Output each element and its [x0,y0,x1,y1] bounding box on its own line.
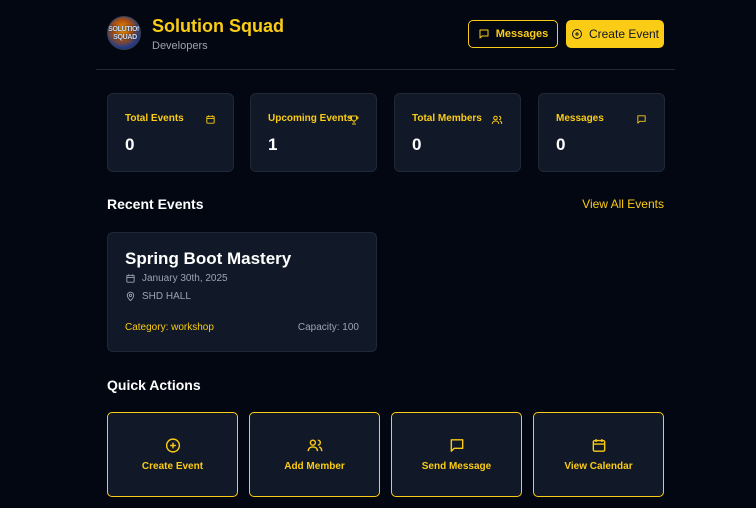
event-category: Category: workshop [125,322,214,333]
users-icon [491,114,503,126]
quick-action-label: Add Member [284,461,345,472]
stat-card-total-events: Total Events 0 [107,93,234,172]
quick-action-label: View Calendar [564,461,633,472]
plus-circle-icon [571,28,583,40]
create-event-button[interactable]: Create Event [566,20,664,48]
users-icon [306,437,323,454]
message-icon [478,28,490,40]
page-header: SOLUTION SQUAD Solution Squad Developers… [0,0,756,70]
team-subtitle: Developers [152,40,208,52]
stat-card-messages: Messages 0 [538,93,665,172]
message-icon [448,437,465,454]
plus-circle-icon [164,437,181,454]
calendar-icon [125,273,136,284]
event-location: SHD HALL [142,291,191,302]
stat-label: Total Members [412,113,482,124]
team-logo: SOLUTION SQUAD [107,16,141,50]
event-date: January 30th, 2025 [142,273,228,284]
quick-action-view-calendar[interactable]: View Calendar [533,412,664,497]
logo-text: SOLUTION SQUAD [108,26,141,41]
create-event-button-label: Create Event [588,27,660,41]
quick-actions-title: Quick Actions [107,377,201,393]
quick-action-create-event[interactable]: Create Event [107,412,238,497]
calendar-icon [590,437,607,454]
message-icon [636,114,647,125]
stat-label: Messages [556,113,604,124]
stat-label: Upcoming Events [268,113,353,124]
event-date-row: January 30th, 2025 [125,273,228,284]
event-location-row: SHD HALL [125,291,191,302]
stat-value: 0 [556,135,566,154]
stat-card-upcoming-events: Upcoming Events 1 [250,93,377,172]
quick-action-label: Create Event [141,461,204,472]
quick-action-add-member[interactable]: Add Member [249,412,380,497]
location-pin-icon [125,291,136,302]
team-name: Solution Squad [152,16,284,36]
event-title: Spring Boot Mastery [125,249,292,268]
quick-action-send-message[interactable]: Send Message [391,412,522,497]
view-all-events-link[interactable]: View All Events [582,197,664,211]
stat-label: Total Events [125,113,184,124]
messages-button[interactable]: Messages [468,20,558,48]
recent-events-title: Recent Events [107,196,204,212]
stat-card-total-members: Total Members 0 [394,93,521,172]
event-capacity: Capacity: 100 [297,322,359,333]
quick-action-label: Send Message [421,461,492,472]
stat-value: 0 [412,135,422,154]
stat-value: 0 [125,135,135,154]
stat-value: 1 [268,135,278,154]
calendar-icon [205,114,216,125]
trophy-icon [348,114,360,126]
event-card[interactable]: Spring Boot Mastery January 30th, 2025 S… [107,232,377,352]
header-divider [96,69,675,70]
messages-button-label: Messages [495,28,549,40]
